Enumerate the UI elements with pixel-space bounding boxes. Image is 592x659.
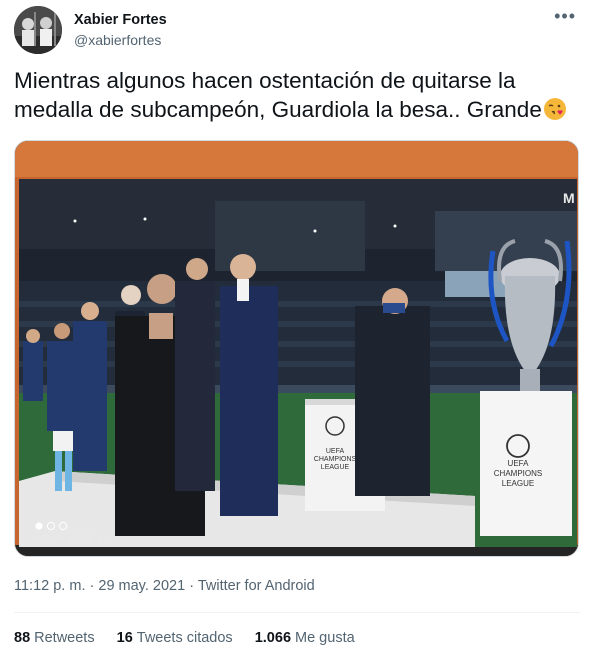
likes-count: 1.066 bbox=[254, 630, 292, 646]
broadcaster-logo: M bbox=[563, 190, 575, 206]
medal-stand-league: LEAGUE bbox=[321, 464, 350, 471]
meta-separator: · bbox=[189, 578, 195, 594]
quotes-stat[interactable]: 16 Tweets citados bbox=[117, 630, 233, 646]
tweet-text: Mientras algunos hacen ostentación de qu… bbox=[14, 66, 584, 124]
retweets-stat[interactable]: 88 Retweets bbox=[14, 630, 95, 646]
phone-watermark: REDMI NOTE 9T bbox=[33, 534, 109, 544]
tweet-date[interactable]: 29 may. 2021 bbox=[98, 578, 185, 594]
likes-stat[interactable]: 1.066 Me gusta bbox=[255, 630, 355, 646]
tweet-time[interactable]: 11:12 p. m. bbox=[14, 578, 85, 594]
face-blowing-kiss-emoji bbox=[543, 97, 567, 121]
tweet-header: Xabier Fortes @xabierfortes ••• bbox=[14, 6, 580, 56]
likes-label: Me gusta bbox=[295, 630, 355, 646]
quotes-label: Tweets citados bbox=[136, 630, 233, 646]
carousel-dot-active[interactable] bbox=[35, 522, 43, 530]
author-name[interactable]: Xabier Fortes bbox=[74, 12, 167, 28]
podium-uefa: UEFA bbox=[508, 459, 530, 468]
podium-league: LEAGUE bbox=[502, 479, 534, 488]
photo-scene: UEFA CHAMPIONS LEAGUE UEFA CHAMPIONS LEA… bbox=[15, 141, 578, 556]
author-handle[interactable]: @xabierfortes bbox=[74, 32, 161, 48]
tweet-media-photo[interactable]: UEFA CHAMPIONS LEAGUE UEFA CHAMPIONS LEA… bbox=[14, 140, 579, 557]
meta-separator: · bbox=[89, 578, 95, 594]
more-horizontal-icon[interactable]: ••• bbox=[554, 6, 576, 26]
divider bbox=[14, 612, 580, 613]
retweets-count: 88 bbox=[14, 630, 31, 646]
quotes-count: 16 bbox=[116, 630, 133, 646]
tweet-metadata: 11:12 p. m. · 29 may. 2021 · Twitter for… bbox=[14, 578, 315, 594]
tweet-source[interactable]: Twitter for Android bbox=[198, 578, 315, 594]
tweet-body: Mientras algunos hacen ostentación de qu… bbox=[14, 68, 542, 122]
medal-stand-champions: CHAMPIONS bbox=[314, 456, 357, 463]
tweet-stats: 88 Retweets 16 Tweets citados 1.066 Me gust… bbox=[14, 630, 373, 646]
retweets-label: Retweets bbox=[34, 630, 95, 646]
podium-champions: CHAMPIONS bbox=[494, 469, 542, 478]
avatar[interactable] bbox=[14, 6, 62, 54]
medal-stand-uefa: UEFA bbox=[326, 448, 345, 455]
